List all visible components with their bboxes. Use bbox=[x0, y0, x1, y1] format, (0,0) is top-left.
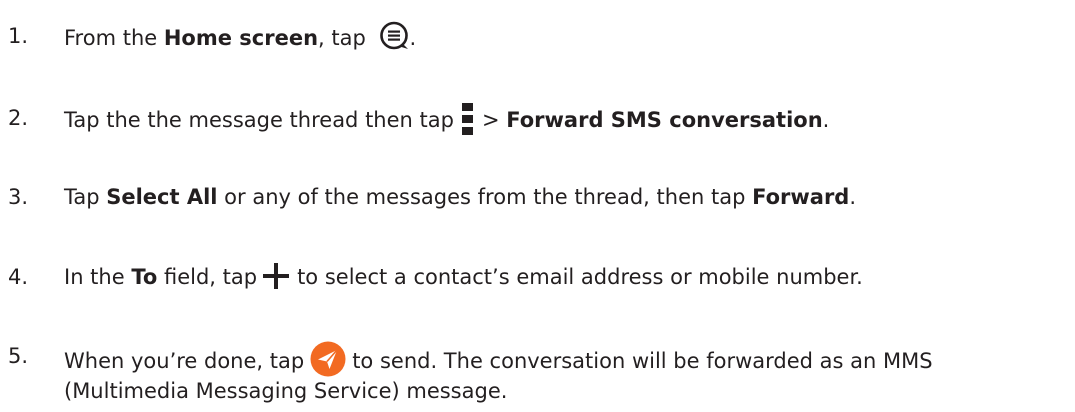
messaging-app-icon bbox=[379, 21, 408, 50]
step-text: Tap Select All or any of the messages fr… bbox=[64, 182, 856, 212]
step-text-part: , tap bbox=[318, 26, 373, 50]
step-text-part: Tap the the message thread then tap bbox=[64, 108, 454, 132]
step-bold-text: Select All bbox=[106, 185, 218, 209]
step-text-part: to send. The conversation will be forwar… bbox=[352, 349, 933, 373]
step-bold-text: To bbox=[131, 265, 158, 289]
step-bold-text: Forward bbox=[752, 185, 850, 209]
step-text: From the Home screen, tap . bbox=[64, 21, 416, 57]
step-text-part: When you’re done, tap bbox=[64, 349, 305, 373]
step-text-part: Tap bbox=[64, 185, 107, 209]
step-text-part: In the bbox=[64, 265, 132, 289]
step-text-part: field, tap bbox=[157, 265, 258, 289]
step-number: 1. bbox=[8, 24, 29, 48]
step-text-part: > bbox=[481, 108, 507, 132]
step-bold-text: Home screen bbox=[163, 26, 319, 50]
plus-icon bbox=[263, 263, 290, 289]
step-number: 3. bbox=[8, 185, 29, 209]
step-text-part: . bbox=[822, 108, 830, 132]
step-number: 5. bbox=[8, 344, 29, 368]
step-text: In the To field, tap to select a contact… bbox=[64, 262, 863, 293]
more-options-icon bbox=[461, 103, 473, 135]
step-number: 4. bbox=[8, 265, 29, 289]
step-text-part: or any of the messages from the thread, … bbox=[217, 185, 753, 209]
step-number: 2. bbox=[8, 106, 29, 130]
send-icon bbox=[310, 341, 346, 377]
step-text-part: to select a contact’s email address or m… bbox=[297, 265, 863, 289]
step-text-part: . bbox=[409, 26, 417, 50]
step-text-part: From the bbox=[64, 26, 164, 50]
step-text-part: . bbox=[849, 185, 857, 209]
step-bold-text: Forward SMS conversation bbox=[506, 108, 823, 132]
step-text-continuation: (Multimedia Messaging Service) message. bbox=[64, 379, 508, 403]
step-text: Tap the the message thread then tap > Fo… bbox=[64, 103, 829, 139]
